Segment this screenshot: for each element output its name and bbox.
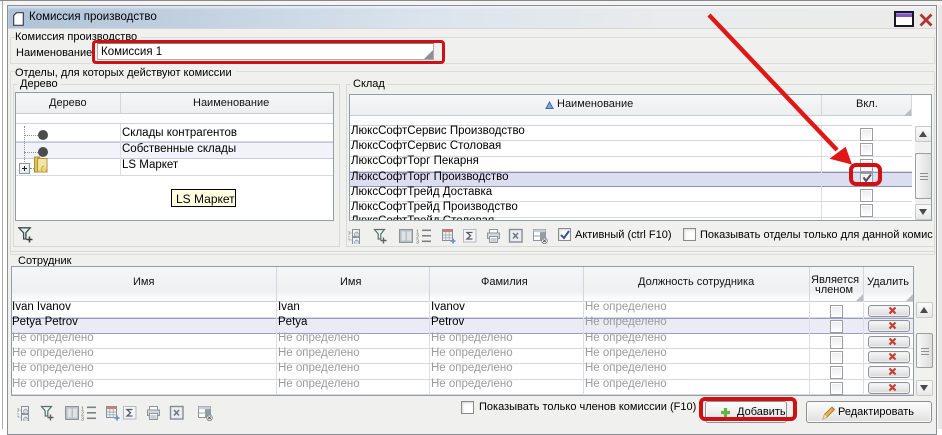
svg-text:3: 3	[81, 417, 84, 422]
svg-text:3: 3	[416, 240, 419, 245]
